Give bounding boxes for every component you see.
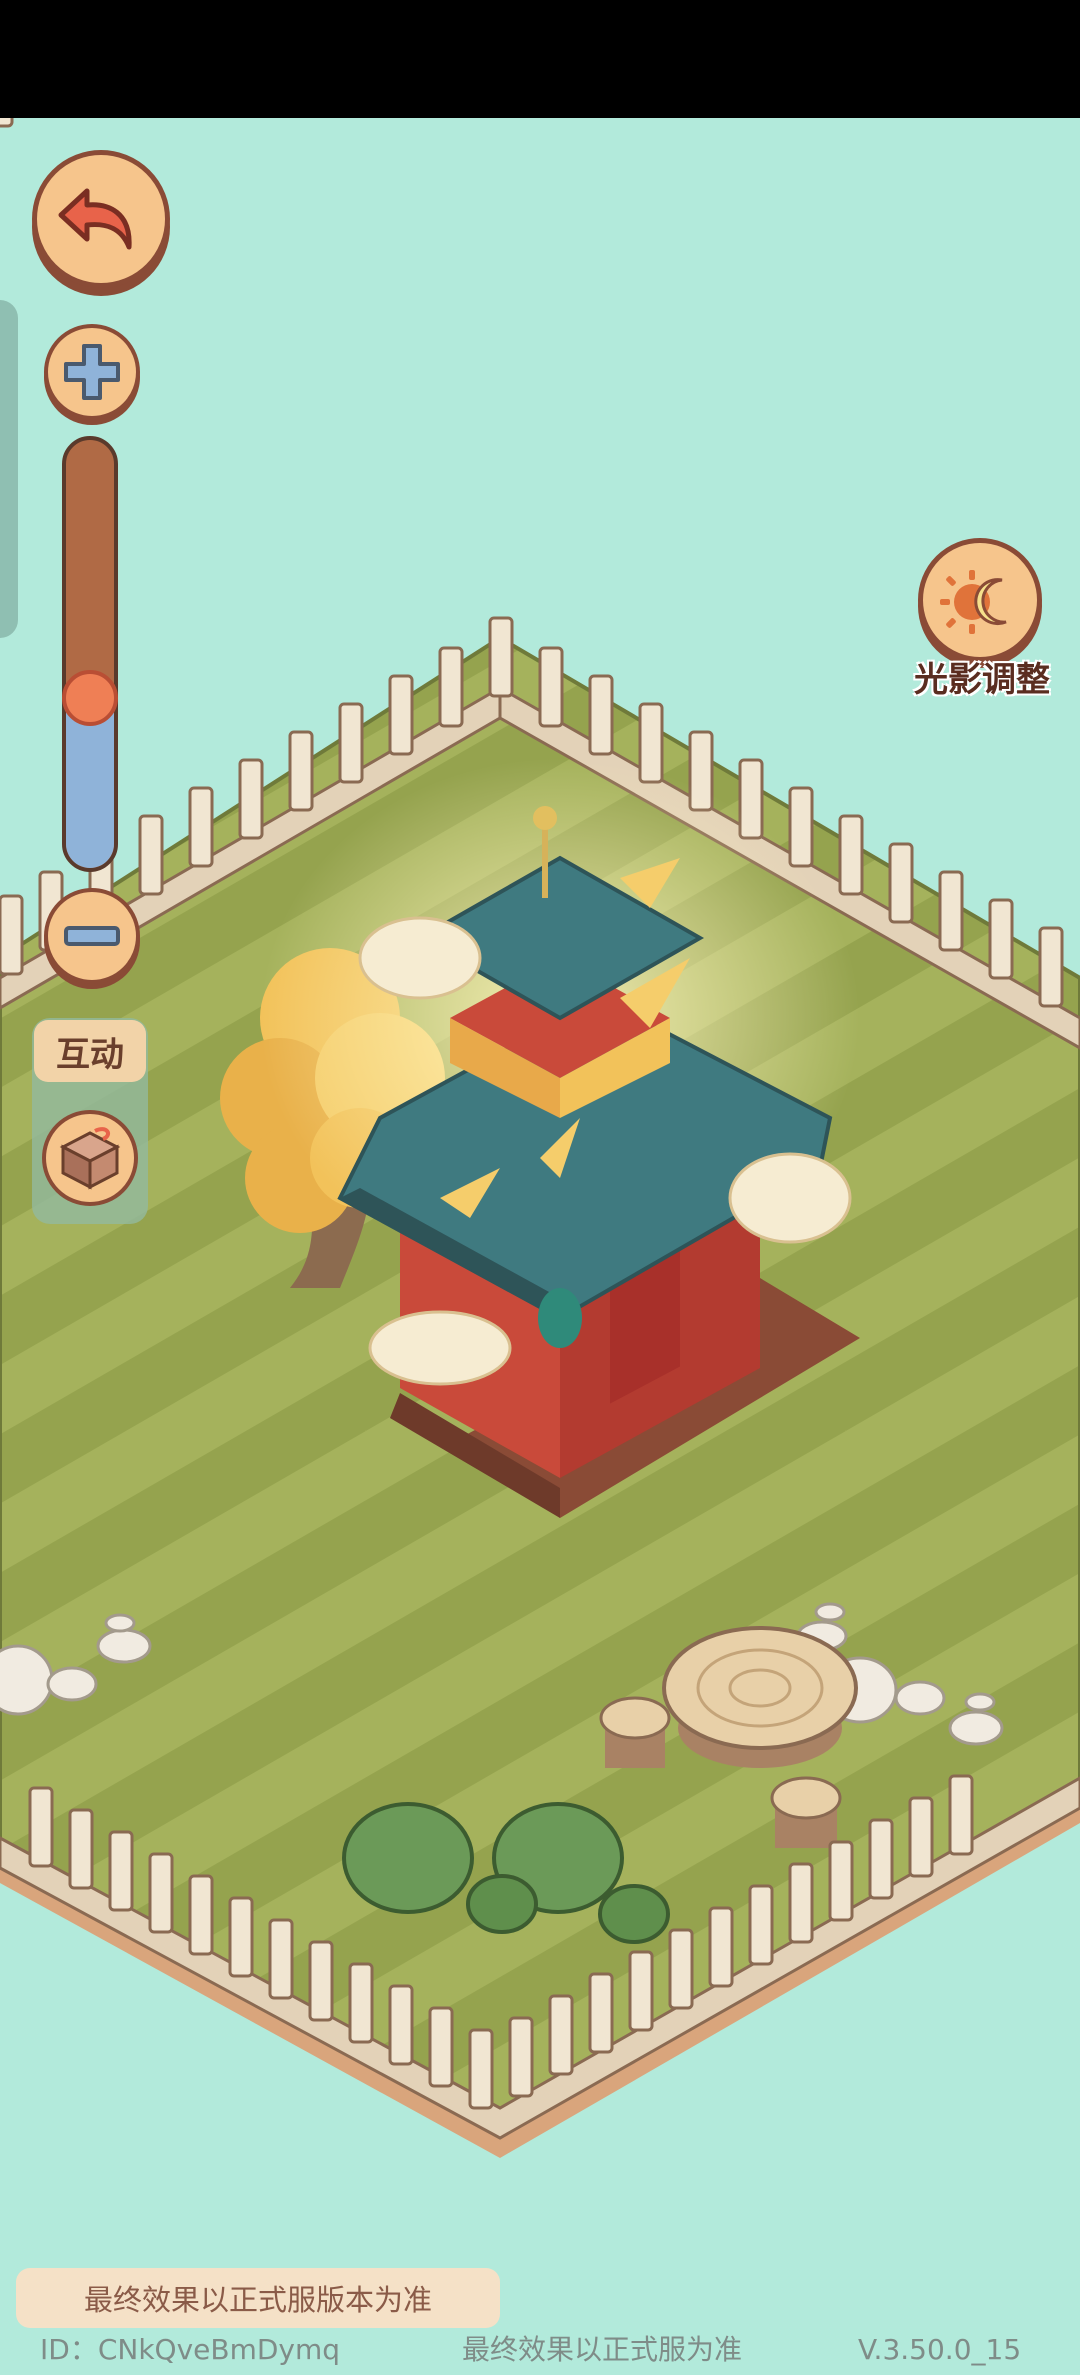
minus-icon xyxy=(64,926,120,946)
zoom-in-button[interactable] xyxy=(44,324,140,420)
zoom-out-button[interactable] xyxy=(44,888,140,984)
garden-scene[interactable] xyxy=(0,118,1080,2375)
back-button[interactable] xyxy=(32,150,170,288)
zoom-slider[interactable] xyxy=(62,436,118,872)
light-adjust-button[interactable] xyxy=(918,538,1042,662)
sun-moon-icon xyxy=(940,570,1007,634)
footer-note: 最终效果以正式服为准 xyxy=(462,2333,743,2366)
zoom-slider-handle[interactable] xyxy=(62,669,118,726)
light-adjust-label: 光影调整 xyxy=(914,660,1050,700)
interact-button[interactable] xyxy=(42,1110,138,1206)
back-arrow-icon xyxy=(58,188,132,250)
side-drawer-tab[interactable] xyxy=(0,300,18,638)
gift-box-icon xyxy=(59,1127,121,1190)
version-label: V.3.50.0_15 xyxy=(858,2333,1022,2366)
status-bar xyxy=(0,0,1080,118)
notice-banner: 最终效果以正式服版本为准 xyxy=(16,2268,500,2328)
player-id: ID：CNkQveBmDymq xyxy=(40,2333,341,2366)
interact-label: 互动 xyxy=(34,1020,146,1082)
plus-icon xyxy=(64,344,120,400)
